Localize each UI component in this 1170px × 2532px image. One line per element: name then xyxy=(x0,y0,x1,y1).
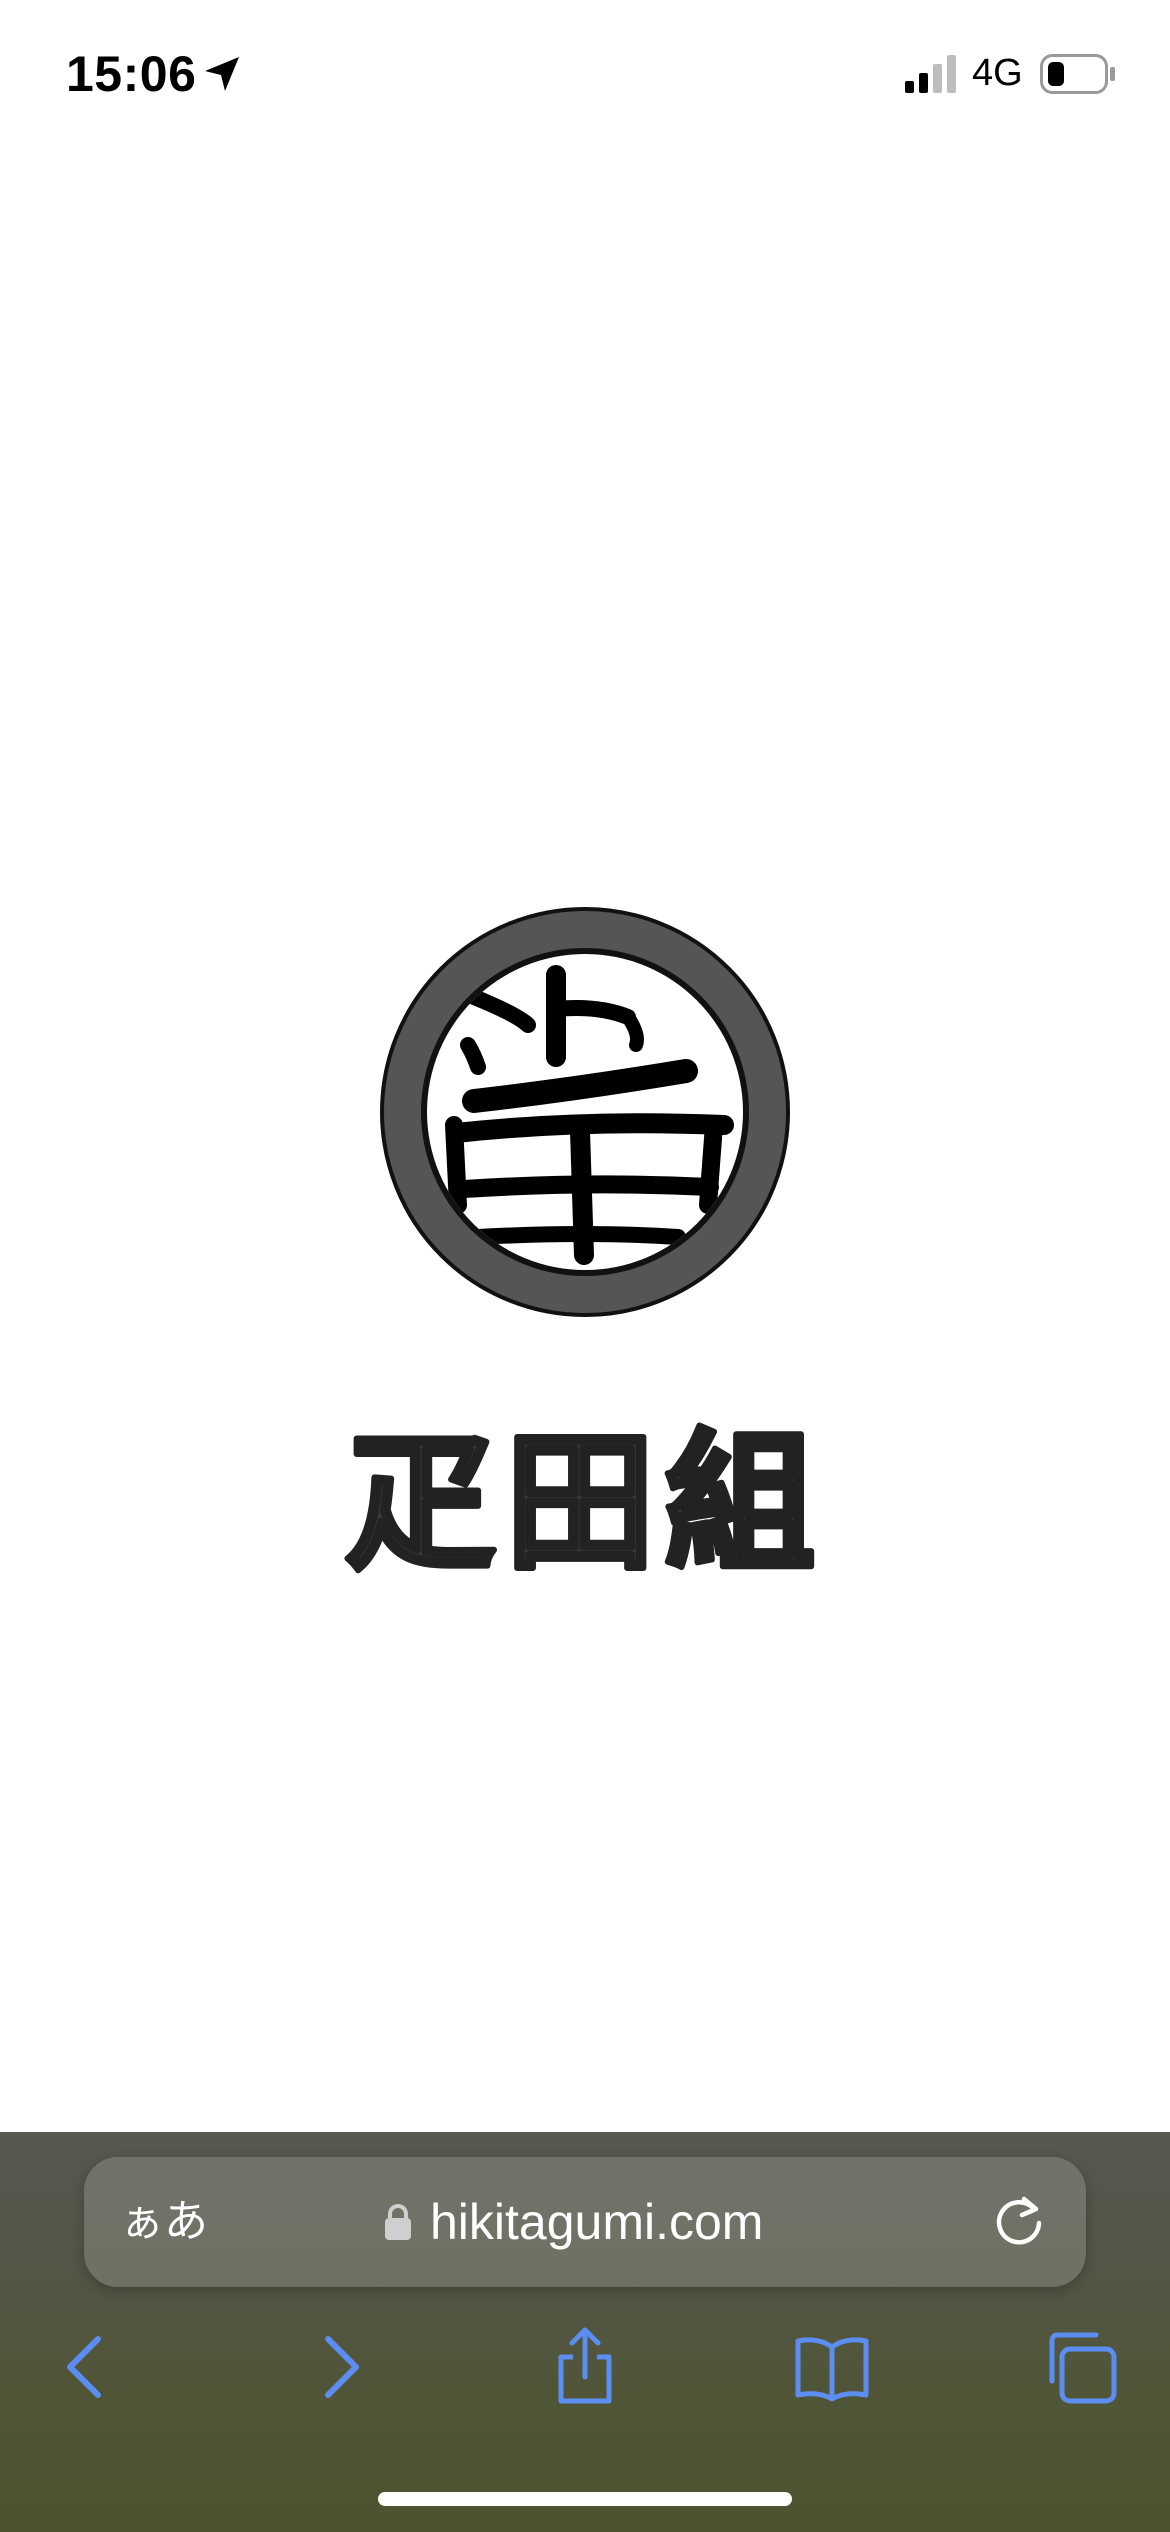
brand-name-logotype[interactable]: 疋田組 xyxy=(325,1415,845,1585)
crest-emblem-icon[interactable] xyxy=(378,905,792,1319)
text-size-button[interactable]: ぁあ xyxy=(120,2189,208,2255)
status-bar: 15:06 4G xyxy=(0,0,1170,140)
cellular-signal-icon xyxy=(905,55,956,93)
web-page-content: 疋田組 xyxy=(0,140,1170,2132)
home-indicator[interactable] xyxy=(378,2492,792,2506)
back-button[interactable] xyxy=(46,2327,126,2407)
battery-icon xyxy=(1040,54,1115,94)
network-type-label: 4G xyxy=(972,52,1023,94)
url-display[interactable]: hikitagumi.com xyxy=(384,2189,763,2255)
lock-icon xyxy=(385,2204,411,2240)
reload-icon[interactable] xyxy=(990,2193,1048,2251)
forward-button[interactable] xyxy=(300,2327,380,2407)
url-text: hikitagumi.com xyxy=(430,2194,764,2250)
tabs-icon[interactable] xyxy=(1040,2327,1120,2407)
book-icon[interactable] xyxy=(792,2327,872,2407)
brand-name-text: 疋田組 xyxy=(345,1417,825,1585)
status-time: 15:06 xyxy=(66,46,197,102)
share-icon[interactable] xyxy=(545,2327,625,2407)
address-bar[interactable]: ぁあ hikitagumi.com xyxy=(84,2157,1086,2287)
location-arrow-icon xyxy=(205,57,239,91)
browser-toolbar: ぁあ hikitagumi.com xyxy=(0,2132,1170,2532)
